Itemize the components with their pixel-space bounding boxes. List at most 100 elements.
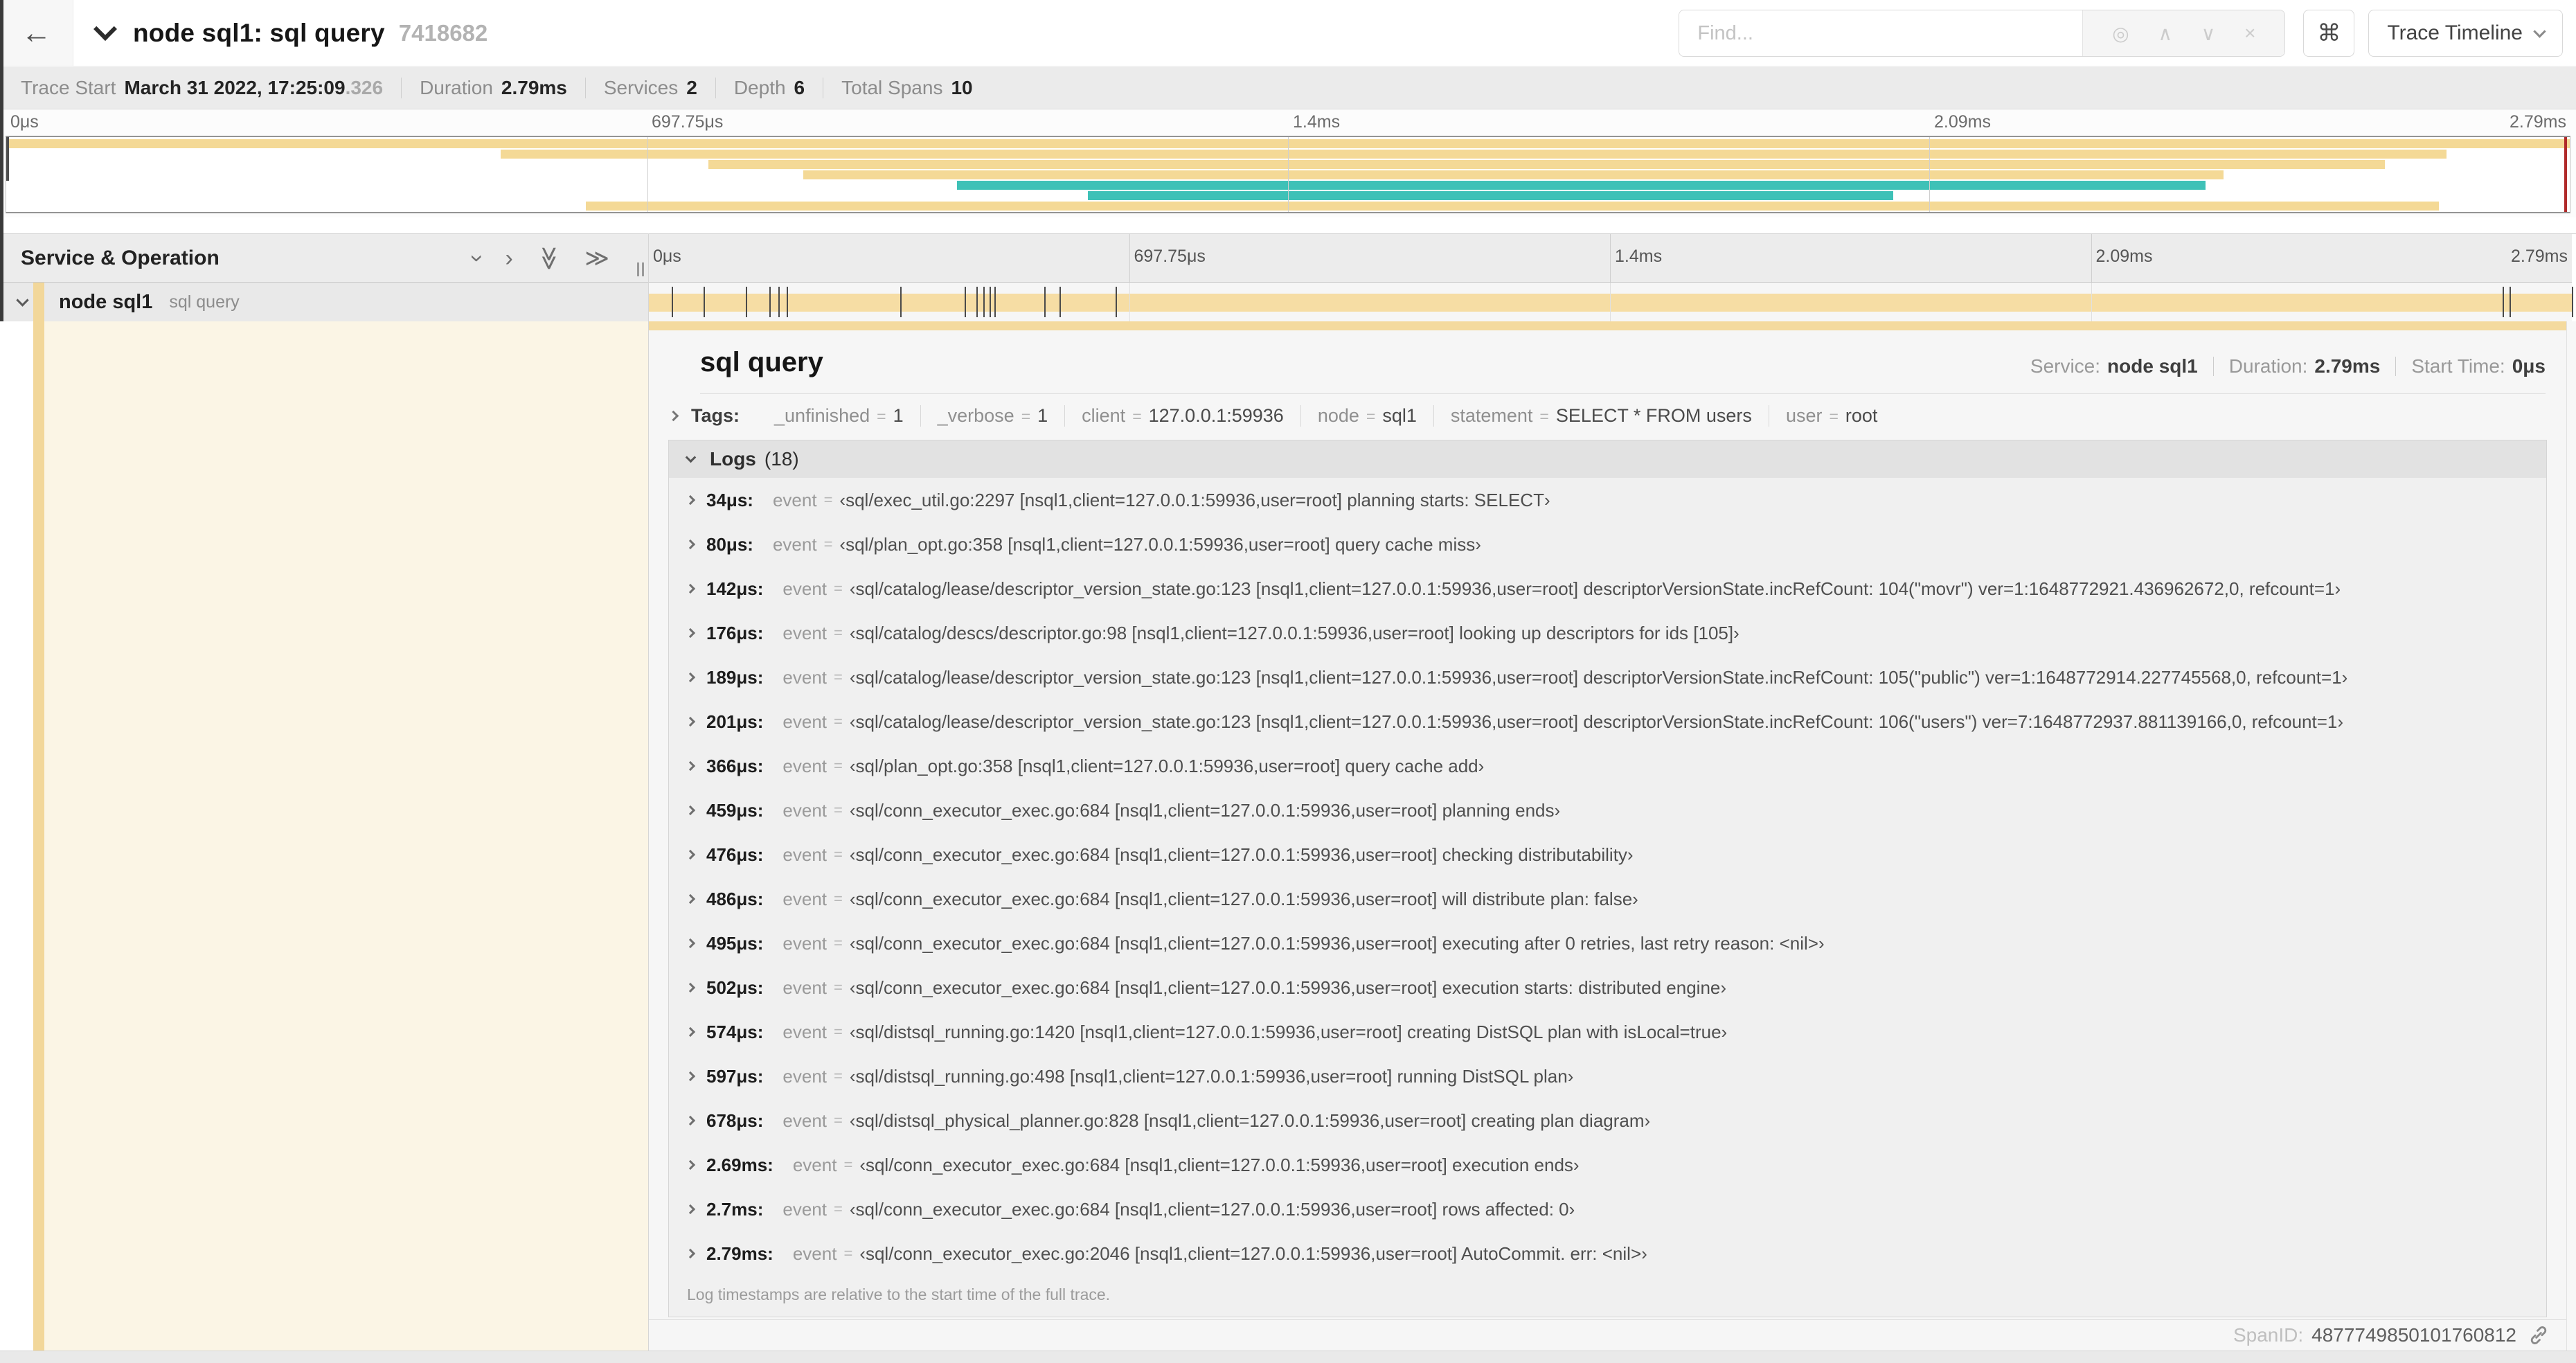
log-field-value: ‹sql/catalog/lease/descriptor_version_st… [849, 666, 2348, 688]
log-equals: = [834, 1200, 843, 1218]
chevron-right-icon [685, 627, 696, 639]
span-detail-panel: sql query Service: node sql1 Duration: 2… [649, 321, 2576, 1351]
log-entry[interactable]: 189μs: event = ‹sql/catalog/lease/descripto… [669, 655, 2546, 700]
log-entry[interactable]: 201μs: event = ‹sql/catalog/lease/descripto… [669, 700, 2546, 744]
minimap-canvas[interactable] [6, 136, 2570, 213]
tag-item[interactable]: _unfinished = 1 [758, 405, 920, 427]
summary-value: 2 [686, 77, 697, 98]
tag-item[interactable]: node = sql1 [1300, 404, 1433, 427]
tag-key: _unfinished [774, 404, 870, 426]
log-field-key: event [782, 799, 828, 821]
summary-label: Duration [420, 77, 493, 98]
span-id-label: SpanID: [2233, 1324, 2304, 1346]
summary-value: 10 [951, 77, 973, 98]
next-match-icon[interactable]: ∨ [2201, 22, 2216, 45]
scrollbar[interactable] [2566, 321, 2576, 1351]
trace-summary-bar: Trace Start March 31 2022, 17:25:09.326 Du… [0, 67, 2576, 109]
minimap-tick-label: 2.79ms [2510, 112, 2566, 132]
span-operation-name: sql query [169, 292, 240, 312]
log-entry[interactable]: 366μs: event = ‹sql/plan_opt.go:358 [nsql1,… [669, 744, 2546, 788]
grid-line [2091, 234, 2092, 282]
prev-match-icon[interactable]: ∧ [2158, 22, 2172, 45]
log-timestamp: 2.79ms: [706, 1242, 773, 1264]
log-equals: = [823, 491, 833, 508]
trace-view-selector[interactable]: Trace Timeline [2368, 10, 2563, 57]
ruler-tick-label: 2.09ms [2095, 247, 2153, 266]
log-entry[interactable]: 80μs: event = ‹sql/plan_opt.go:358 [nsql1,c… [669, 522, 2546, 567]
log-entry[interactable]: 495μs: event = ‹sql/conn_executor_exec.go:6… [669, 921, 2546, 965]
tags-accordion[interactable]: Tags: _unfinished = 1 _verbose = 1 client = 127.… [668, 394, 2566, 437]
tag-item[interactable]: _verbose = 1 [920, 404, 1065, 427]
back-button[interactable]: ← [0, 0, 73, 66]
log-entry[interactable]: 2.7ms: event = ‹sql/conn_executor_exec.go:6… [669, 1187, 2546, 1231]
log-field-value: ‹sql/exec_util.go:2297 [nsql1,client=127… [839, 489, 1550, 510]
log-entry[interactable]: 2.69ms: event = ‹sql/conn_executor_exec.go:… [669, 1143, 2546, 1187]
collapse-one-icon[interactable]: › [465, 254, 491, 262]
logs-accordion: Logs (18) 34μs: event = ‹sql/exec_util.go:2… [668, 440, 2547, 1317]
log-field-key: event [792, 1154, 837, 1175]
tag-key: statement [1450, 404, 1533, 426]
keyboard-shortcuts-button[interactable]: ⌘ [2303, 10, 2355, 57]
log-field-value: ‹sql/catalog/lease/descriptor_version_st… [849, 578, 2341, 599]
log-timestamp: 366μs: [706, 755, 764, 776]
column-resize-grip[interactable] [637, 262, 644, 276]
log-entry[interactable]: 574μs: event = ‹sql/distsql_running.go:1420… [669, 1010, 2546, 1054]
log-timestamp: 476μs: [706, 844, 764, 865]
log-entry[interactable]: 176μs: event = ‹sql/catalog/descs/descripto… [669, 611, 2546, 655]
log-timestamp: 142μs: [706, 578, 764, 599]
trace-collapse-chevron-icon[interactable] [93, 17, 117, 41]
minimap-view-marker[interactable] [2564, 137, 2567, 212]
chevron-right-icon [668, 410, 679, 421]
find-group: ◎ ∧ ∨ × [1679, 10, 2286, 57]
tag-item[interactable]: statement = SELECT * FROM users [1433, 404, 1769, 427]
log-field-value: ‹sql/conn_executor_exec.go:684 [nsql1,cl… [849, 844, 1634, 865]
log-equals: = [834, 979, 843, 996]
log-entry[interactable]: 142μs: event = ‹sql/catalog/lease/descripto… [669, 567, 2546, 611]
panel-divider[interactable] [648, 233, 649, 1351]
log-entry[interactable]: 502μs: event = ‹sql/conn_executor_exec.go:6… [669, 965, 2546, 1010]
minimap-left-handle[interactable] [6, 137, 9, 181]
log-field-value: ‹sql/catalog/descs/descriptor.go:98 [nsq… [849, 622, 1739, 643]
page-title: node sql1: sql query [133, 18, 385, 47]
chevron-right-icon [685, 893, 696, 905]
grid-line [2091, 283, 2092, 321]
jaeger-trace-page: ← node sql1: sql query 7418682 ◎ ∧ ∨ × ⌘… [0, 0, 2576, 1363]
tag-key: _verbose [937, 404, 1014, 426]
expand-one-icon[interactable]: › [505, 247, 512, 270]
deep-link-icon[interactable] [2528, 1324, 2550, 1346]
logs-header[interactable]: Logs (18) [669, 440, 2546, 478]
log-field-key: event [782, 1110, 828, 1131]
log-entry[interactable]: 597μs: event = ‹sql/distsql_running.go:498 … [669, 1054, 2546, 1098]
trace-id: 7418682 [398, 19, 488, 46]
log-event-tick [900, 287, 902, 317]
log-event-tick [769, 287, 771, 317]
log-timestamp: 459μs: [706, 799, 764, 821]
log-timestamp: 2.69ms: [706, 1154, 773, 1175]
collapse-all-icon[interactable]: ≫ [536, 246, 562, 271]
log-entry[interactable]: 476μs: event = ‹sql/conn_executor_exec.go:6… [669, 832, 2546, 877]
tag-item[interactable]: client = 127.0.0.1:59936 [1064, 404, 1300, 427]
chevron-right-icon [685, 1071, 696, 1082]
chevron-right-icon [685, 1248, 696, 1259]
tag-item[interactable]: user = root [1768, 404, 1895, 427]
locate-icon[interactable]: ◎ [2112, 22, 2129, 45]
log-field-key: event [782, 1198, 827, 1220]
log-entry[interactable]: 34μs: event = ‹sql/exec_util.go:2297 [nsql1… [669, 478, 2546, 522]
log-field-key: event [782, 755, 828, 776]
service-value: node sql1 [2107, 355, 2198, 377]
log-field-key: event [782, 1065, 828, 1087]
find-input[interactable] [1679, 10, 2083, 56]
log-timestamp: 502μs: [706, 977, 764, 998]
log-entry[interactable]: 2.79ms: event = ‹sql/conn_executor_exec.go:… [669, 1231, 2546, 1276]
span-collapse-chevron-icon[interactable] [16, 293, 29, 307]
log-timestamp: 2.7ms: [706, 1198, 764, 1220]
log-equals: = [823, 535, 833, 553]
clear-search-icon[interactable]: × [2244, 22, 2255, 44]
log-entry[interactable]: 459μs: event = ‹sql/conn_executor_exec.go:6… [669, 788, 2546, 832]
log-timestamp: 201μs: [706, 711, 764, 732]
expand-all-icon[interactable]: ≫ [584, 247, 609, 270]
span-bar-cell[interactable] [648, 283, 2573, 321]
span-row-name-cell[interactable]: node sql1 sql query [0, 283, 648, 321]
log-entry[interactable]: 486μs: event = ‹sql/conn_executor_exec.go:6… [669, 877, 2546, 921]
log-entry[interactable]: 678μs: event = ‹sql/distsql_physical_planne… [669, 1098, 2546, 1143]
